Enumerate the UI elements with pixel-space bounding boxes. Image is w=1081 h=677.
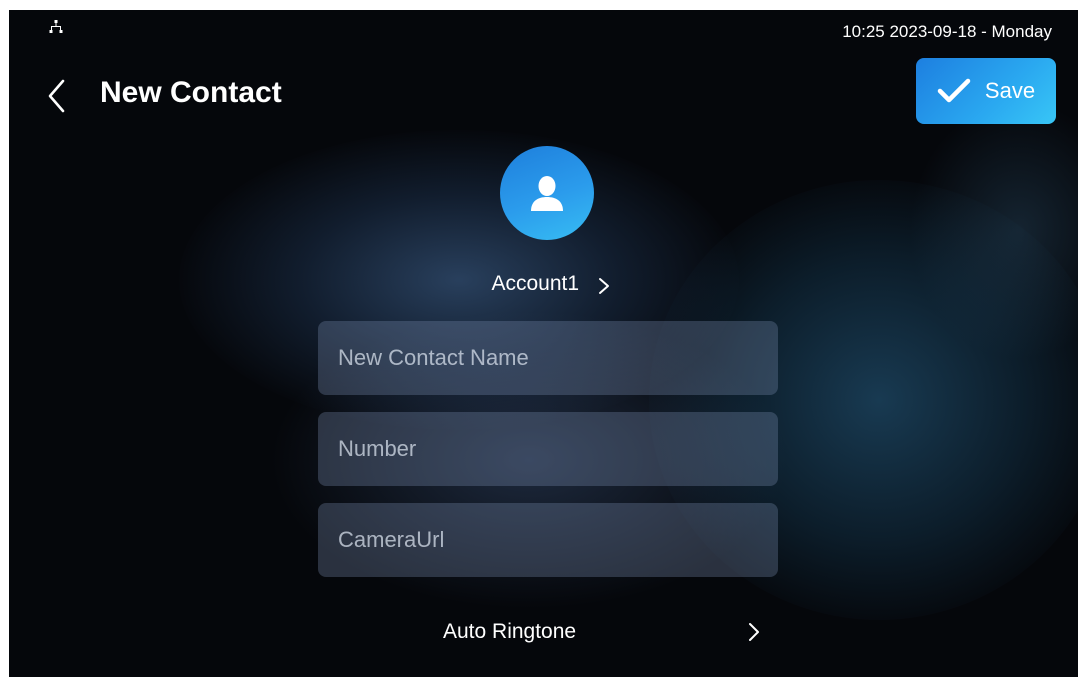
page-title: New Contact	[100, 76, 282, 109]
chevron-left-icon[interactable]	[45, 78, 69, 114]
ringtone-selector[interactable]: Auto Ringtone	[318, 610, 778, 654]
person-icon	[531, 176, 563, 211]
save-button-label: Save	[984, 78, 1036, 103]
background-glow	[909, 100, 1078, 360]
camera-url-field[interactable]	[318, 503, 778, 577]
number-input[interactable]	[318, 412, 778, 486]
status-bar: 10:25 2023-09-18 - Monday	[9, 10, 1078, 50]
check-icon	[937, 78, 971, 103]
chevron-right-icon	[598, 277, 609, 294]
number-field[interactable]	[318, 412, 778, 486]
header: New Contact Save	[9, 58, 1078, 128]
ringtone-label: Auto Ringtone	[443, 620, 577, 643]
status-datetime: 10:25 2023-09-18 - Monday	[842, 22, 1052, 41]
contact-name-field[interactable]	[318, 321, 778, 395]
contact-name-input[interactable]	[318, 321, 778, 395]
chevron-right-icon	[749, 623, 759, 641]
account-selector[interactable]: Account1	[9, 272, 1078, 296]
camera-url-input[interactable]	[318, 503, 778, 577]
screen: 10:25 2023-09-18 - Monday New Contact Sa…	[9, 10, 1078, 677]
network-icon	[49, 20, 63, 33]
avatar[interactable]	[500, 146, 594, 240]
account-label: Account1	[491, 272, 580, 295]
save-button[interactable]: Save	[916, 58, 1056, 124]
